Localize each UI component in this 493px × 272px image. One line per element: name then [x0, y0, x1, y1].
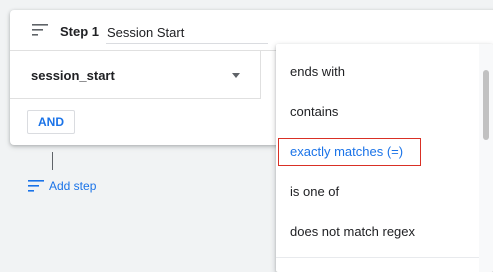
sort-icon[interactable]: [32, 24, 48, 36]
menu-item-label: ends with: [290, 64, 345, 79]
match-type-menu: ends with contains exactly matches (=) i…: [276, 44, 493, 272]
menu-item-is-one-of[interactable]: is one of: [276, 172, 488, 212]
step-label: Step 1: [60, 24, 100, 39]
menu-item-label: does not match regex: [290, 224, 416, 239]
and-button[interactable]: AND: [27, 110, 75, 134]
menu-item-exactly-matches[interactable]: exactly matches (=): [276, 132, 488, 172]
menu-item-label: contains: [290, 104, 339, 119]
menu-item-contains[interactable]: contains: [276, 92, 488, 132]
event-name-select[interactable]: session_start: [10, 50, 261, 99]
add-step-button[interactable]: Add step: [28, 178, 96, 194]
add-step-icon: [28, 180, 44, 192]
menu-scrollbar[interactable]: [479, 44, 493, 272]
step-connector-line: [52, 152, 53, 170]
add-step-label: Add step: [49, 179, 97, 193]
menu-item-does-not-match-regex[interactable]: does not match regex: [276, 212, 488, 252]
step-name-input[interactable]: [106, 21, 268, 44]
menu-item-ends-with[interactable]: ends with: [276, 52, 488, 92]
menu-divider: [276, 257, 479, 258]
menu-item-label: exactly matches (=): [290, 144, 404, 159]
scrollbar-thumb[interactable]: [483, 70, 489, 140]
chevron-down-icon[interactable]: [232, 73, 240, 78]
menu-item-label: is one of: [290, 184, 340, 199]
event-name-value: session_start: [31, 68, 115, 83]
